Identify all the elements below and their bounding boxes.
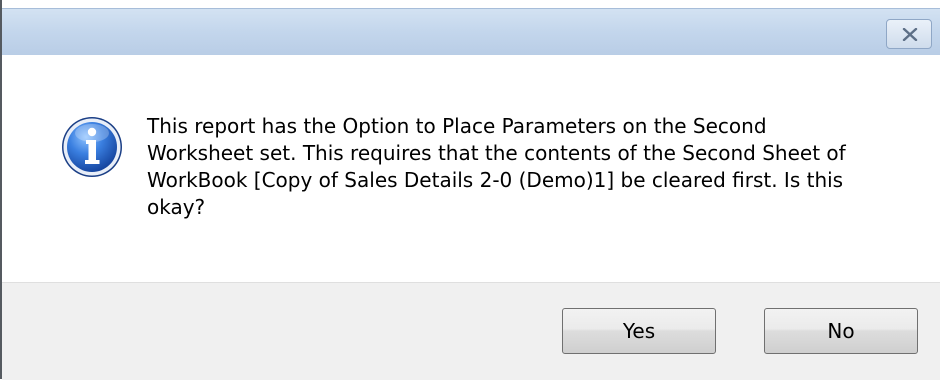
message-dialog: This report has the Option to Place Para…	[0, 0, 940, 380]
button-bar: Yes No	[2, 282, 940, 380]
dialog-message: This report has the Option to Place Para…	[147, 114, 846, 219]
dialog-content: This report has the Option to Place Para…	[2, 55, 940, 282]
close-button[interactable]	[886, 19, 932, 49]
title-bar[interactable]	[2, 8, 940, 56]
info-icon	[62, 117, 122, 177]
no-button[interactable]: No	[764, 308, 918, 354]
yes-button[interactable]: Yes	[562, 308, 716, 354]
close-icon	[902, 28, 918, 41]
